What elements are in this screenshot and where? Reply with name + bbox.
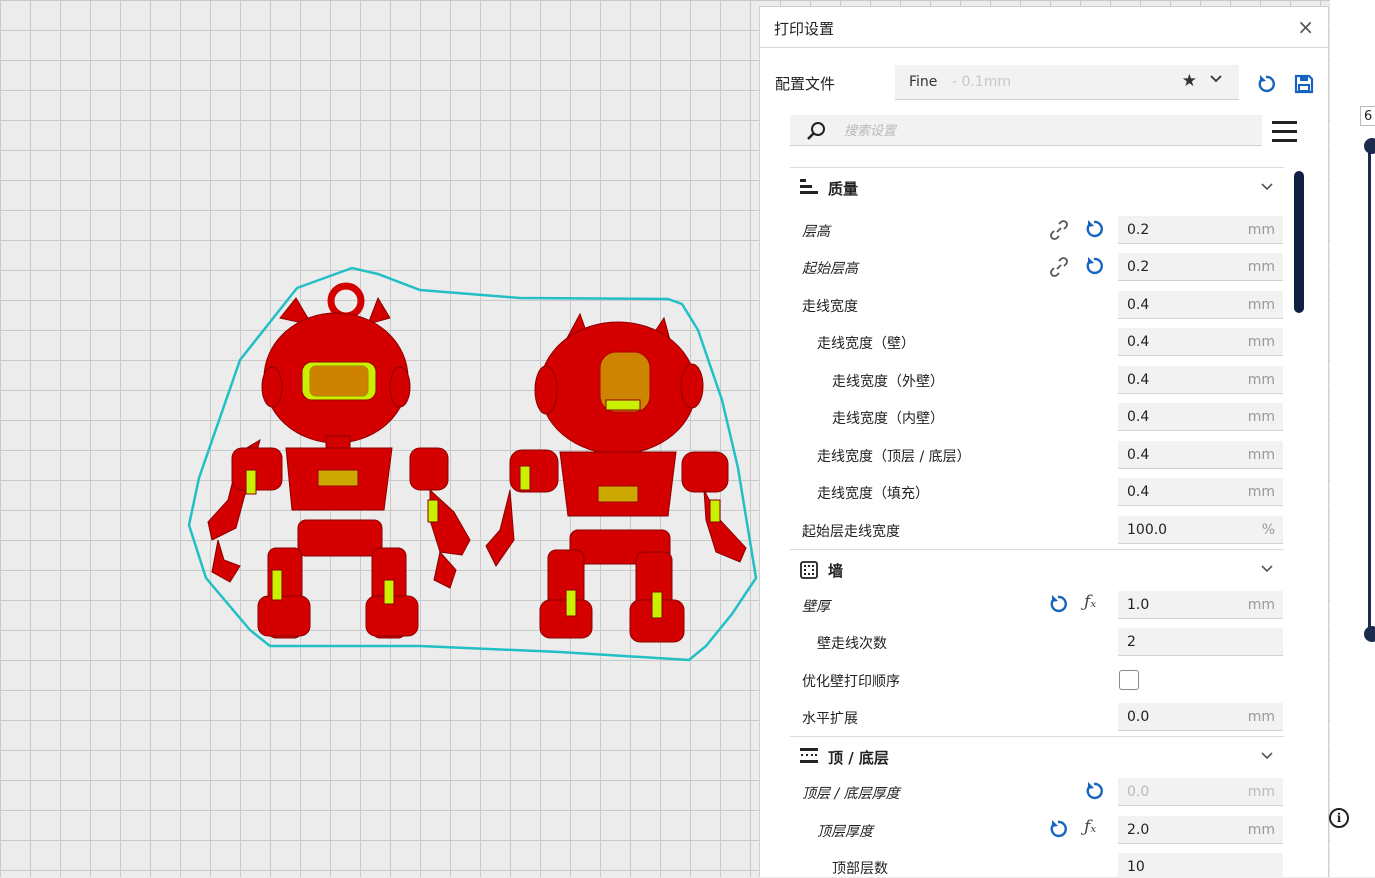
setting-value-field[interactable]: 0.4 mm xyxy=(1118,291,1283,319)
setting-row-initial-layer-height: 起始层高 0.2 mm xyxy=(790,248,1284,285)
setting-label: 顶层厚度 xyxy=(817,824,873,840)
panel-title: 打印设置 xyxy=(774,20,835,38)
category-quality[interactable]: 质量 xyxy=(790,167,1284,206)
setting-row-wall-line-width: 走线宽度（壁） 0.4 mm xyxy=(790,323,1284,360)
settings-menu-icon[interactable] xyxy=(1272,121,1297,148)
top-bottom-icon xyxy=(800,748,818,763)
setting-label: 走线宽度（顶层 / 底层） xyxy=(817,449,971,465)
setting-label: 顶部层数 xyxy=(832,861,888,877)
setting-value-field[interactable]: 100.0% xyxy=(1118,516,1283,544)
search-input[interactable] xyxy=(842,120,1246,142)
setting-label: 优化壁打印顺序 xyxy=(802,674,900,690)
search-icon xyxy=(807,122,825,140)
setting-row-layer-height: 层高 0.2 mm xyxy=(790,211,1284,248)
setting-row-infill-line-width: 走线宽度（填充） 0.4 mm xyxy=(790,473,1284,510)
setting-label: 壁厚 xyxy=(802,599,830,615)
setting-row-topbottom-thickness: 顶层 / 底层厚度 0.0 mm xyxy=(790,773,1284,810)
setting-value-field[interactable]: 2.0 mm xyxy=(1118,816,1283,844)
setting-label: 走线宽度（填充） xyxy=(817,486,929,502)
profile-dropdown[interactable]: Fine - 0.1mm ★ xyxy=(895,65,1239,100)
setting-row-outer-wall-line-width: 走线宽度（外壁） 0.4 mm xyxy=(790,361,1284,398)
reset-icon[interactable] xyxy=(1048,594,1068,614)
chevron-down-icon xyxy=(1210,75,1222,83)
setting-value-field[interactable]: 0.0 mm xyxy=(1118,778,1283,806)
chevron-down-icon xyxy=(1261,565,1273,573)
setting-value-field[interactable]: 0.2 mm xyxy=(1118,253,1283,281)
setting-label: 走线宽度 xyxy=(802,299,858,315)
robot-model-left xyxy=(207,282,471,639)
setting-label: 顶层 / 底层厚度 xyxy=(802,786,900,802)
profile-label: 配置文件 xyxy=(775,75,836,93)
setting-value-field[interactable]: 0.4 mm xyxy=(1118,403,1283,431)
setting-row-wall-line-count: 壁走线次数 2 xyxy=(790,623,1284,660)
setting-value-field[interactable]: 0.4 mm xyxy=(1118,478,1283,506)
setting-row-top-layers: 顶部层数 10 xyxy=(790,848,1284,878)
category-title: 质量 xyxy=(828,180,859,198)
print-settings-panel: 打印设置 × 配置文件 Fine - 0.1mm ★ 质量 xyxy=(759,6,1329,878)
robot-model-right xyxy=(485,312,747,643)
quality-icon xyxy=(800,179,818,194)
reset-icon[interactable] xyxy=(1084,781,1104,801)
setting-row-wall-thickness: 壁厚 ƒₓ 1.0 mm xyxy=(790,586,1284,623)
setting-row-inner-wall-line-width: 走线宽度（内壁） 0.4 mm xyxy=(790,398,1284,435)
chevron-down-icon xyxy=(1261,752,1273,760)
settings-scrollbar[interactable] xyxy=(1294,171,1304,313)
layer-number-field[interactable]: 6 xyxy=(1360,106,1375,126)
setting-label: 走线宽度（内壁） xyxy=(832,411,944,427)
setting-row-top-thickness: 顶层厚度 ƒₓ 2.0 mm xyxy=(790,811,1284,848)
info-icon[interactable]: i xyxy=(1329,808,1349,828)
settings-list: 质量 层高 0.2 mm 起始层高 0.2 mm 走线宽度 0.4 mm 走线宽度（壁… xyxy=(790,167,1284,878)
walls-icon xyxy=(800,561,818,579)
category-title: 顶 / 底层 xyxy=(828,749,889,767)
profile-name: Fine xyxy=(909,74,938,90)
setting-label: 走线宽度（壁） xyxy=(817,336,915,352)
setting-label: 水平扩展 xyxy=(802,711,858,727)
setting-row-topbottom-line-width: 走线宽度（顶层 / 底层） 0.4 mm xyxy=(790,436,1284,473)
optimize-wall-order-checkbox[interactable] xyxy=(1119,670,1139,690)
setting-label: 走线宽度（外壁） xyxy=(832,374,944,390)
function-icon[interactable]: ƒₓ xyxy=(1084,592,1096,612)
category-top-bottom[interactable]: 顶 / 底层 xyxy=(790,736,1284,775)
setting-value-field[interactable]: 0.0 mm xyxy=(1118,703,1283,731)
setting-value-field[interactable]: 10 xyxy=(1118,853,1283,878)
panel-header: 打印设置 × xyxy=(760,7,1328,48)
setting-row-initial-layer-line-width: 起始层走线宽度 100.0% xyxy=(790,511,1284,548)
setting-label: 起始层走线宽度 xyxy=(802,524,900,540)
setting-value-field[interactable]: 0.2 mm xyxy=(1118,216,1283,244)
layer-slider-bottom-handle[interactable] xyxy=(1364,626,1375,642)
link-icon[interactable] xyxy=(1048,256,1070,278)
save-profile-icon[interactable] xyxy=(1294,74,1314,94)
setting-label: 层高 xyxy=(802,224,830,240)
setting-label: 起始层高 xyxy=(802,261,858,277)
setting-value-field[interactable]: 0.4 mm xyxy=(1118,328,1283,356)
reset-icon[interactable] xyxy=(1048,819,1068,839)
layer-slider-track[interactable] xyxy=(1368,146,1371,634)
category-walls[interactable]: 墙 xyxy=(790,549,1284,588)
category-title: 墙 xyxy=(828,562,844,580)
setting-value-field[interactable]: 1.0 mm xyxy=(1118,591,1283,619)
reset-icon[interactable] xyxy=(1084,256,1104,276)
setting-value-field[interactable]: 0.4 mm xyxy=(1118,366,1283,394)
reset-icon[interactable] xyxy=(1084,219,1104,239)
profile-layer-height: - 0.1mm xyxy=(952,74,1012,90)
search-box[interactable] xyxy=(790,115,1262,146)
reset-profile-icon[interactable] xyxy=(1256,74,1276,94)
layer-slider-top-handle[interactable] xyxy=(1364,138,1375,154)
setting-value-field[interactable]: 0.4 mm xyxy=(1118,441,1283,469)
setting-value-field[interactable]: 2 xyxy=(1118,628,1283,656)
setting-row-line-width: 走线宽度 0.4 mm xyxy=(790,286,1284,323)
chevron-down-icon xyxy=(1261,183,1273,191)
favorite-star-icon[interactable]: ★ xyxy=(1182,71,1197,91)
link-icon[interactable] xyxy=(1048,219,1070,241)
setting-row-horizontal-expansion: 水平扩展 0.0 mm xyxy=(790,698,1284,735)
setting-label: 壁走线次数 xyxy=(817,636,887,652)
setting-row-optimize-wall-order: 优化壁打印顺序 xyxy=(790,661,1284,698)
function-icon[interactable]: ƒₓ xyxy=(1084,817,1096,837)
close-button[interactable]: × xyxy=(1297,15,1314,39)
